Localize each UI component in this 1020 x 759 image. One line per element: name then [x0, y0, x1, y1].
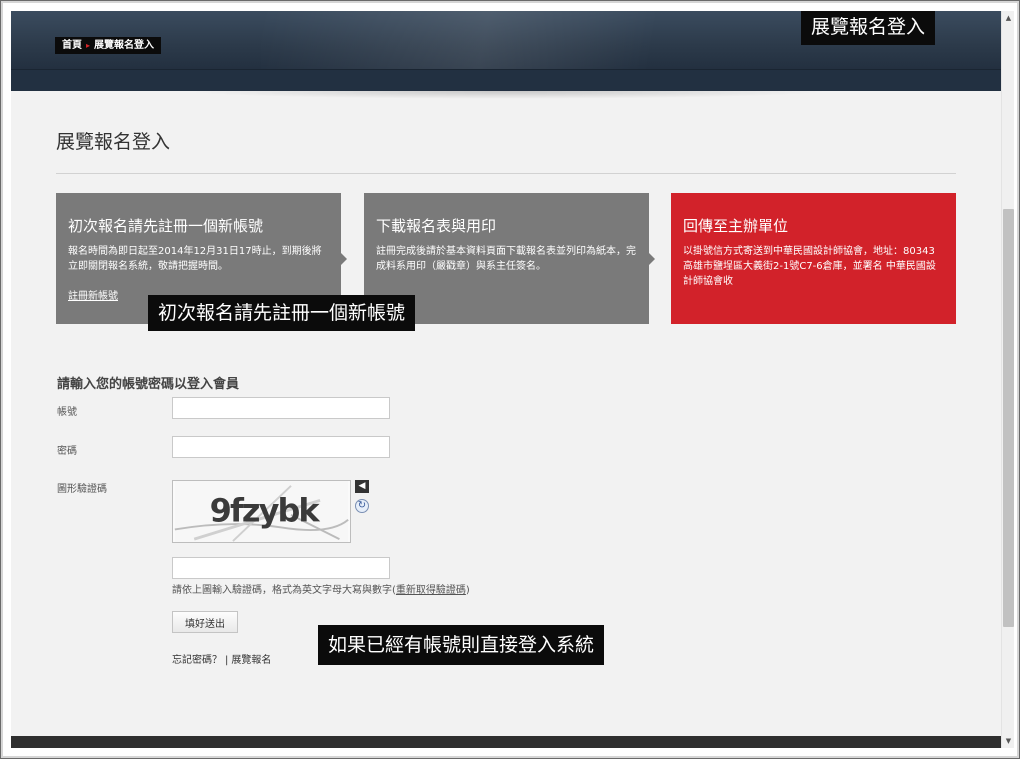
footer-bar	[11, 736, 1001, 748]
exhibition-signup-link[interactable]: 展覽報名	[231, 655, 271, 666]
breadcrumb-home-link[interactable]: 首頁	[62, 40, 82, 51]
scroll-up-icon[interactable]: ▲	[1002, 11, 1015, 25]
step-card-return: 回傳至主辦單位 以掛號信方式寄送到中華民國設計師協會，地址：80343高雄市鹽埕…	[671, 193, 956, 324]
page-title: 展覽報名登入	[56, 131, 171, 153]
page-viewport: 首頁 ▸ 展覽報名登入 展覽報名登入 初次報名請先註冊一個新帳號 報名時間為即日起至…	[11, 11, 1001, 748]
header-light-beam	[261, 11, 821, 69]
navigation-bar	[11, 69, 1001, 91]
account-input[interactable]	[172, 397, 390, 419]
login-heading: 請輸入您的帳號密碼以登入會員	[57, 377, 240, 392]
step-arrow-icon	[341, 253, 347, 265]
captcha-input[interactable]	[172, 557, 390, 579]
step-description: 註冊完成後請於基本資料頁面下載報名表並列印為紙本，完成料系用印（嚴戳章）與系主任…	[376, 246, 636, 272]
footer-links: 忘記密碼？ | 展覽報名	[172, 651, 271, 666]
captcha-hint: 請依上圖輸入驗證碼，格式為英文字母大寫與數字(重新取得驗證碼)	[172, 581, 470, 596]
refresh-icon[interactable]: ↻	[355, 499, 369, 513]
password-input[interactable]	[172, 436, 390, 458]
breadcrumb: 首頁 ▸ 展覽報名登入	[55, 37, 162, 54]
captcha-text: 9fzybk	[210, 492, 321, 530]
step-description: 以掛號信方式寄送到中華民國設計師協會，地址：80343高雄市鹽埕區大義街2-1號…	[683, 246, 936, 287]
step-arrow-icon	[649, 253, 655, 265]
footer-separator: |	[225, 655, 229, 666]
forgot-password-link[interactable]: 忘記密碼？	[172, 655, 222, 666]
scroll-thumb[interactable]	[1003, 209, 1014, 627]
captcha-hint-end: )	[465, 585, 470, 596]
step-title: 初次報名請先註冊一個新帳號	[68, 217, 264, 235]
step-title: 下載報名表與用印	[376, 217, 497, 235]
vertical-scrollbar[interactable]: ▲ ▼	[1001, 11, 1014, 748]
overlay-login-label: 如果已經有帳號則直接登入系統	[318, 625, 605, 665]
overlay-top-label: 展覽報名登入	[801, 11, 936, 45]
captcha-graphic: 9fzybk	[174, 481, 349, 542]
password-label: 密碼	[57, 446, 77, 457]
register-link[interactable]: 註冊新帳號	[68, 287, 118, 302]
captcha-refresh-link[interactable]: 重新取得驗證碼	[396, 585, 466, 596]
breadcrumb-current: 展覽報名登入	[94, 40, 155, 51]
captcha-hint-text: 請依上圖輸入驗證碼，格式為英文字母大寫與數字(	[172, 585, 396, 596]
scroll-down-icon[interactable]: ▼	[1002, 734, 1015, 748]
step-description: 報名時間為即日起至2014年12月31日17時止，到期後將立即關閉報名系統，敬請…	[68, 246, 322, 272]
overlay-register-label: 初次報名請先註冊一個新帳號	[148, 295, 416, 331]
step-title: 回傳至主辦單位	[683, 217, 789, 235]
title-divider	[56, 173, 956, 174]
browser-window: 首頁 ▸ 展覽報名登入 展覽報名登入 初次報名請先註冊一個新帳號 報名時間為即日起至…	[0, 0, 1020, 759]
speaker-icon[interactable]: ◀	[355, 480, 369, 493]
account-label: 帳號	[57, 407, 77, 418]
captcha-label: 圖形驗證碼	[57, 484, 107, 495]
captcha-image: 9fzybk	[172, 480, 351, 543]
nav-shadow	[181, 91, 831, 99]
breadcrumb-separator-icon: ▸	[86, 41, 91, 50]
submit-button[interactable]: 填好送出	[172, 611, 238, 633]
